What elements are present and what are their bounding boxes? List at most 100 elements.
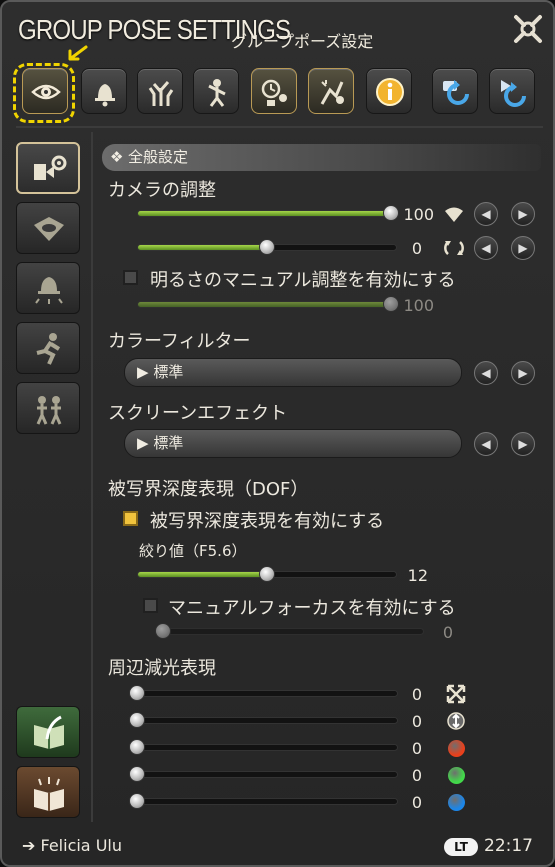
vignette-slider-5[interactable] (129, 793, 398, 809)
frame-icon (34, 217, 64, 241)
bell-icon (95, 84, 115, 107)
reset-button[interactable] (432, 68, 478, 114)
blue-color-dot (448, 794, 465, 811)
camera-2-next-arrow[interactable]: ▶ (511, 236, 535, 260)
brightness-checkbox[interactable] (123, 270, 138, 285)
vignette-slider-4[interactable] (129, 766, 398, 782)
color-filter-label: カラーフィルター (108, 331, 251, 352)
slider-knob[interactable] (259, 566, 275, 582)
focus-value: 0 (442, 623, 453, 642)
time-tab-button[interactable] (251, 68, 297, 114)
close-icon (514, 15, 542, 43)
aperture-value: 12 (407, 566, 428, 585)
camera-slider-1[interactable] (137, 205, 399, 221)
group-icon (36, 396, 62, 425)
open-book-icon (34, 777, 64, 811)
camera-gear-icon (34, 155, 67, 180)
slider-knob[interactable] (129, 739, 145, 755)
slider-fill (138, 245, 267, 250)
window-subtitle: グループポーズ設定 (231, 32, 374, 51)
brightness-slider[interactable] (137, 296, 399, 312)
group-pose-window: GROUP POSE SETTINGS グループポーズ設定 ❖ 全般設定 カメラ… (0, 0, 555, 867)
camera-slider-2[interactable] (137, 239, 397, 255)
sidebar-item-frame[interactable] (16, 202, 80, 254)
refresh-icon (443, 80, 469, 105)
vignette-value-4: 0 (411, 766, 422, 785)
dof-enable-label: 被写界深度表現を有効にする (150, 511, 385, 532)
screen-effect-label: スクリーンエフェクト (108, 403, 288, 424)
play-triangle-icon: ▶ (137, 434, 154, 452)
lamp-icon (35, 277, 63, 304)
vignette-value-1: 0 (411, 685, 422, 704)
sidebar-item-motion[interactable] (16, 322, 80, 374)
vignette-slider-3[interactable] (129, 739, 398, 755)
color-filter-selected: 標準 (153, 363, 184, 381)
wifi-icon (445, 207, 463, 222)
lighting-tab-button[interactable] (81, 68, 127, 114)
section-header-label: 全般設定 (128, 148, 189, 166)
sidebar-item-lighting[interactable] (16, 262, 80, 314)
slider-knob[interactable] (259, 239, 275, 255)
highlight-marker (13, 63, 75, 123)
vignette-slider-2[interactable] (129, 712, 398, 728)
vignette-value-5: 0 (411, 793, 422, 812)
camera-2-prev-arrow[interactable]: ◀ (474, 236, 498, 260)
screen-effect-dropdown[interactable]: ▶ 標準 (124, 429, 462, 458)
manual-focus-checkbox[interactable] (143, 598, 158, 613)
aperture-slider[interactable] (137, 566, 397, 582)
camera-slider-2-value: 0 (411, 239, 422, 258)
environment-tab-button[interactable] (137, 68, 183, 114)
screen-effect-prev-arrow[interactable]: ◀ (474, 432, 498, 456)
green-color-dot (448, 767, 465, 784)
focus-slider[interactable] (155, 623, 424, 639)
vertical-arrows-icon (447, 712, 465, 730)
vignette-value-3: 0 (411, 739, 422, 758)
vignette-slider-1[interactable] (129, 685, 398, 701)
rotate-arrows-icon (444, 241, 464, 255)
clock-sun-icon (261, 79, 287, 106)
color-filter-dropdown[interactable]: ▶ 標準 (124, 358, 462, 387)
dof-label: 被写界深度表現（DOF） (108, 479, 309, 500)
toolbar-divider (16, 126, 543, 128)
slider-fill (138, 572, 267, 577)
footer-bar: ➔ Felicia Ulu LT 22:17 (2, 828, 553, 864)
brightness-value: 100 (403, 296, 434, 315)
camera-1-next-arrow[interactable]: ▶ (511, 202, 535, 226)
slider-fill (138, 302, 391, 307)
slider-knob[interactable] (129, 793, 145, 809)
lt-badge: LT (444, 838, 478, 856)
slider-knob[interactable] (155, 623, 171, 639)
brightness-checkbox-label: 明るさのマニュアル調整を有効にする (150, 270, 456, 291)
effects-tab-button[interactable] (308, 68, 354, 114)
slider-knob[interactable] (129, 685, 145, 701)
book-feather-icon (34, 715, 64, 749)
sidebar-item-guide[interactable] (16, 706, 80, 758)
clock-time: 22:17 (484, 836, 533, 856)
close-button[interactable] (511, 12, 545, 46)
rotate-icon (501, 80, 526, 107)
info-button[interactable] (366, 68, 412, 114)
play-triangle-icon: ▶ (137, 363, 154, 381)
screen-effect-next-arrow[interactable]: ▶ (511, 432, 535, 456)
dof-enable-checkbox[interactable] (123, 511, 138, 526)
arrow-right-icon: ➔ (22, 836, 41, 855)
sidebar-divider (91, 132, 93, 822)
vignette-value-2: 0 (411, 712, 422, 731)
slider-knob[interactable] (129, 712, 145, 728)
camera-slider-1-value: 100 (403, 205, 434, 224)
color-filter-next-arrow[interactable]: ▶ (511, 361, 535, 385)
character-tab-button[interactable] (193, 68, 239, 114)
sidebar-item-manual[interactable] (16, 766, 80, 818)
sidebar-item-camera[interactable] (16, 142, 80, 194)
color-filter-prev-arrow[interactable]: ◀ (474, 361, 498, 385)
sidebar-item-group[interactable] (16, 382, 80, 434)
rotate-button[interactable] (489, 68, 535, 114)
expand-icon (446, 684, 466, 704)
slider-knob[interactable] (129, 766, 145, 782)
camera-1-prev-arrow[interactable]: ◀ (474, 202, 498, 226)
vignette-label: 周辺減光表現 (108, 658, 216, 679)
info-icon (376, 78, 404, 106)
effects-icon (320, 80, 344, 105)
person-icon (208, 79, 226, 107)
diamond-icon: ❖ (110, 148, 124, 166)
